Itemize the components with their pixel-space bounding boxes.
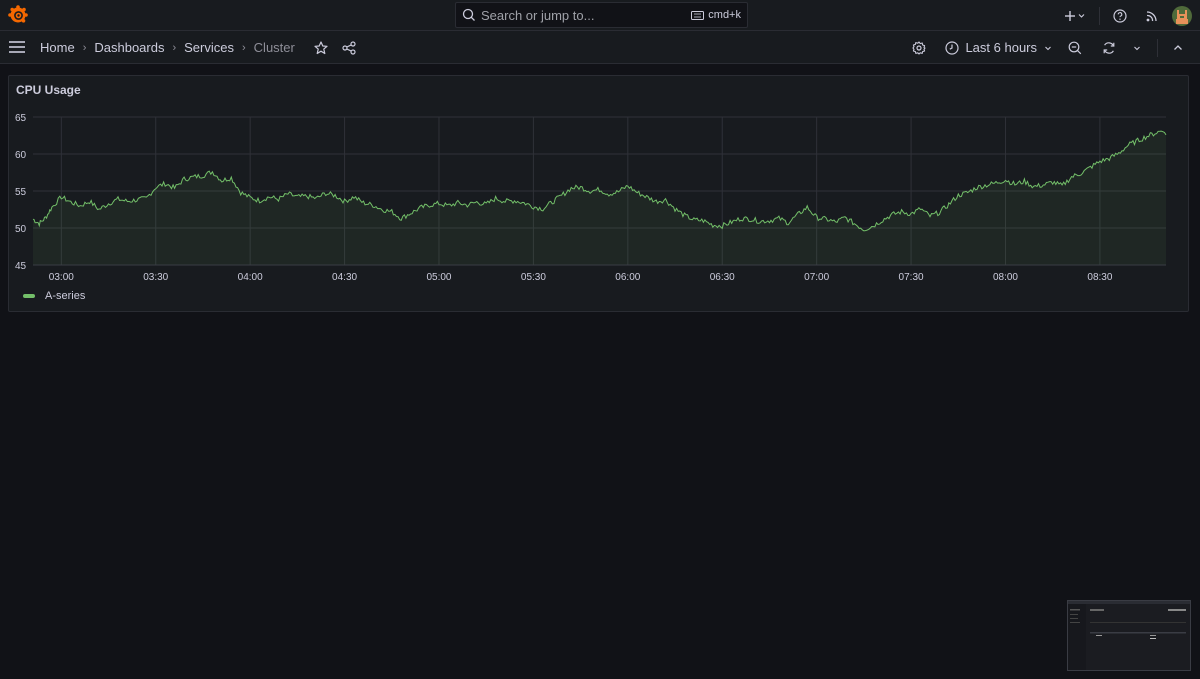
search-input[interactable]: Search or jump to... cmd+k [455, 2, 748, 28]
legend: A-series [23, 290, 85, 302]
search-shortcut: cmd+k [691, 9, 741, 21]
x-tick-label: 04:30 [332, 272, 357, 283]
share-icon [342, 40, 356, 55]
plus-icon [1065, 10, 1085, 21]
y-tick-label: 45 [15, 261, 27, 272]
menu-icon [9, 41, 25, 53]
legend-swatch [23, 294, 35, 298]
y-tick-label: 65 [15, 113, 27, 124]
x-tick-label: 08:30 [1087, 272, 1112, 283]
chevron-up-icon [1174, 44, 1182, 50]
menu-button[interactable] [8, 38, 28, 56]
star-button[interactable] [309, 36, 333, 60]
x-tick-label: 05:30 [521, 272, 546, 283]
divider [1099, 6, 1100, 25]
x-tick-label: 06:00 [615, 272, 640, 283]
zoom-out-button[interactable] [1063, 36, 1087, 60]
zoom-out-icon [1068, 41, 1082, 54]
y-tick-label: 55 [15, 187, 27, 198]
legend-item-a-series[interactable]: A-series [45, 290, 85, 302]
breadcrumb-separator: › [242, 41, 246, 54]
news-button[interactable] [1140, 4, 1164, 28]
x-tick-label: 03:00 [49, 272, 74, 283]
series-area-a-series [33, 131, 1166, 265]
refresh-button[interactable] [1097, 36, 1121, 60]
news-rss-icon [1146, 10, 1157, 21]
collapse-navbar-button[interactable] [1166, 36, 1190, 60]
cpu-usage-chart[interactable]: 65 60 55 50 45 03:00 03:30 04:00 04:30 05:00 05:30… [9, 76, 1190, 313]
dashboard-thumbnail [1067, 600, 1191, 671]
user-avatar[interactable] [1172, 5, 1192, 26]
x-tick-label: 08:00 [993, 272, 1018, 283]
breadcrumb-cluster: Cluster [253, 40, 295, 55]
y-tick-label: 60 [15, 150, 27, 161]
keyboard-icon [691, 10, 705, 20]
breadcrumb-services[interactable]: Services [184, 40, 234, 55]
chevron-down-icon [1045, 46, 1051, 50]
help-button[interactable] [1108, 4, 1132, 28]
top-bar: Search or jump to... cmd+k [0, 0, 1200, 31]
grafana-logo-icon[interactable] [8, 5, 28, 25]
chevron-down-icon [1134, 46, 1140, 50]
nav-bar: Home › Dashboards › Services › Cluster L… [0, 31, 1200, 64]
x-tick-label: 04:00 [238, 272, 263, 283]
breadcrumb-home[interactable]: Home [40, 40, 75, 55]
divider [1157, 38, 1158, 57]
cpu-usage-panel[interactable]: CPU Usage 65 60 55 50 45 03:00 03:30 04:00 04:30… [8, 75, 1189, 312]
time-range-label: Last 6 hours [965, 40, 1037, 55]
refresh-interval-dropdown[interactable] [1125, 36, 1149, 60]
y-tick-label: 50 [15, 224, 27, 235]
x-tick-label: 07:00 [804, 272, 829, 283]
breadcrumb: Home › Dashboards › Services › Cluster [40, 31, 365, 64]
breadcrumb-dashboards[interactable]: Dashboards [94, 40, 164, 55]
refresh-icon [1103, 41, 1115, 54]
search-icon [462, 8, 475, 21]
x-tick-label: 07:30 [899, 272, 924, 283]
settings-icon [912, 40, 927, 55]
star-icon [314, 40, 328, 54]
breadcrumb-separator: › [172, 41, 177, 54]
clock-icon [945, 40, 960, 55]
help-icon [1113, 8, 1127, 23]
x-tick-label: 03:30 [143, 272, 168, 283]
breadcrumb-separator: › [82, 41, 87, 54]
shortcut-label: cmd+k [708, 9, 741, 21]
dashboard-settings-button[interactable] [907, 36, 931, 60]
x-tick-label: 05:00 [426, 272, 451, 283]
x-tick-label: 06:30 [710, 272, 735, 283]
new-button[interactable] [1061, 4, 1091, 28]
share-button[interactable] [337, 36, 361, 60]
search-placeholder: Search or jump to... [481, 7, 595, 23]
time-range-picker[interactable]: Last 6 hours [945, 40, 1053, 55]
